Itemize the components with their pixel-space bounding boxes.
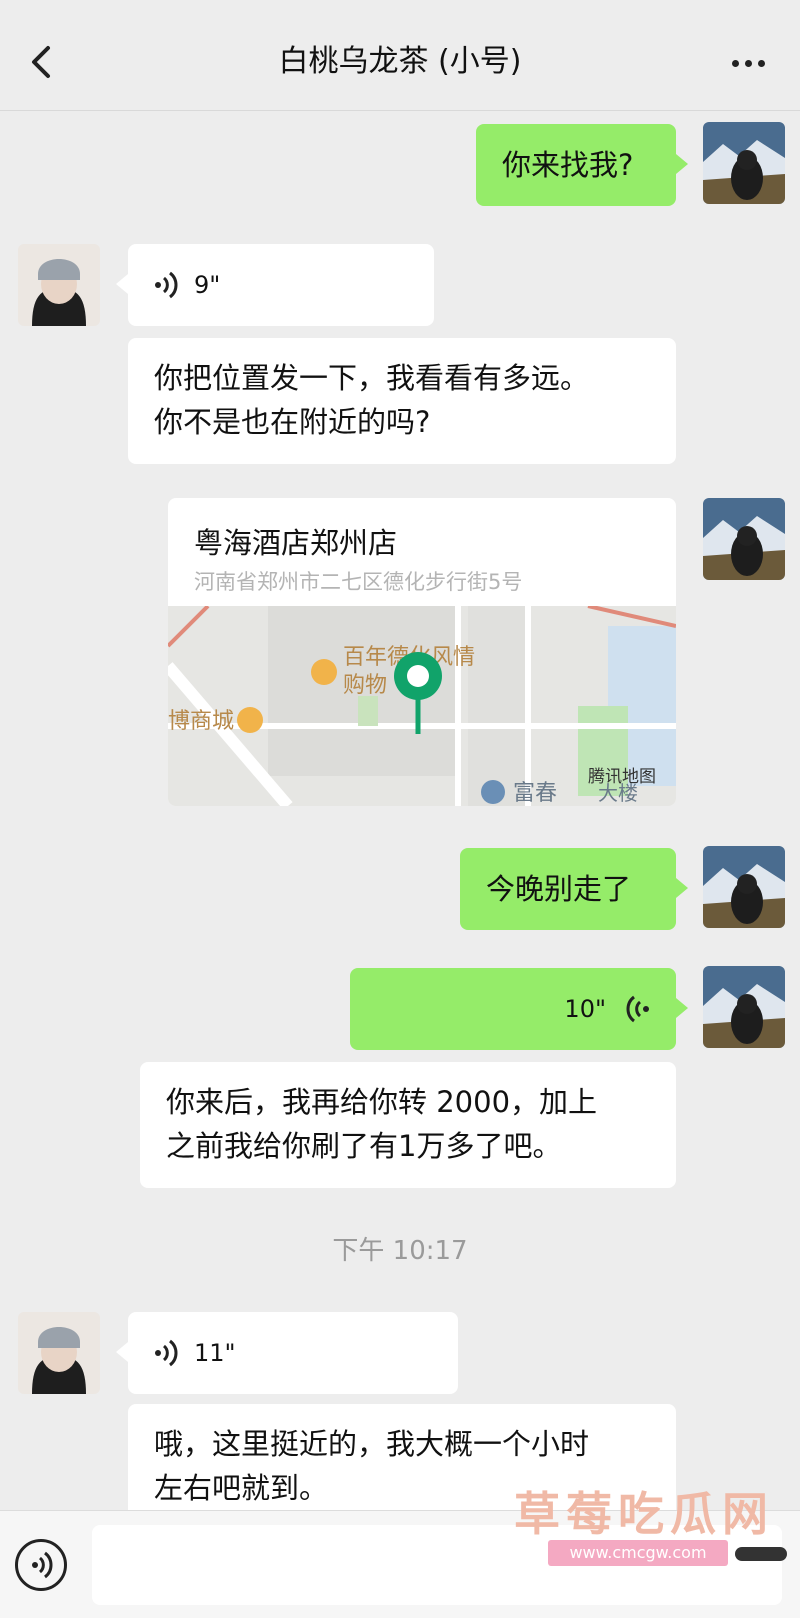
map-label: 购物	[343, 673, 387, 698]
map-label: 博商城	[168, 709, 234, 734]
input-handle	[735, 1547, 787, 1561]
chat-header: 白桃乌龙茶 (小号)	[0, 0, 800, 111]
voice-duration: 9"	[194, 271, 221, 299]
voice-wave-icon	[155, 271, 178, 299]
message-text: 今晚别走了	[486, 872, 632, 906]
map-provider: 腾讯地图	[588, 767, 656, 787]
message-line: 哦，这里挺近的，我大概一个小时	[154, 1427, 590, 1461]
my-avatar[interactable]	[703, 846, 785, 928]
message-bubble[interactable]: 你来后，我再给你转 2000，加上 之前我给你刷了有1万多了吧。	[140, 1062, 676, 1188]
contact-avatar[interactable]	[18, 1312, 100, 1394]
voice-wave-icon	[155, 1339, 178, 1367]
voice-duration: 11"	[194, 1339, 236, 1367]
voice-input-icon[interactable]	[15, 1539, 67, 1591]
message-line: 你来后，我再给你转 2000，加上	[166, 1085, 598, 1119]
my-avatar[interactable]	[703, 122, 785, 204]
voice-message-bubble[interactable]: 10"	[350, 968, 688, 1050]
message-text: 你来找我?	[502, 148, 634, 182]
chat-title: 白桃乌龙茶 (小号)	[278, 44, 522, 79]
time-stamp: 下午 10:17	[332, 1236, 468, 1266]
contact-avatar[interactable]	[18, 244, 100, 326]
watermark-url: www.cmcgw.com	[548, 1540, 728, 1566]
message-bubble[interactable]: 你把位置发一下，我看看有多远。 你不是也在附近的吗?	[128, 338, 676, 464]
map-label: 富春	[513, 781, 557, 806]
watermark-text: 草莓吃瓜网	[514, 1487, 774, 1541]
message-line: 你把位置发一下，我看看有多远。	[154, 361, 590, 395]
voice-duration: 10"	[564, 995, 606, 1023]
message-bubble[interactable]: 今晚别走了	[460, 848, 688, 930]
voice-message-bubble[interactable]: 11"	[116, 1312, 458, 1394]
message-line: 你不是也在附近的吗?	[154, 405, 431, 439]
map-preview: 百年德化风情 购物 博商城 富春 大楼 腾讯地图	[168, 606, 676, 806]
location-card[interactable]: 粤海酒店郑州店 河南省郑州市二七区德化步行街5号 百年德化风情 购物 博商城 富…	[168, 498, 676, 806]
location-name: 粤海酒店郑州店	[194, 526, 398, 560]
location-address: 河南省郑州市二七区德化步行街5号	[194, 570, 523, 594]
my-avatar[interactable]	[703, 966, 785, 1048]
voice-message-bubble[interactable]: 9"	[116, 244, 434, 326]
my-avatar[interactable]	[703, 498, 785, 580]
message-bubble[interactable]: 你来找我?	[476, 124, 688, 206]
more-dots-icon[interactable]	[732, 52, 776, 72]
voice-wave-icon	[626, 995, 649, 1023]
message-line: 之前我给你刷了有1万多了吧。	[166, 1129, 562, 1163]
